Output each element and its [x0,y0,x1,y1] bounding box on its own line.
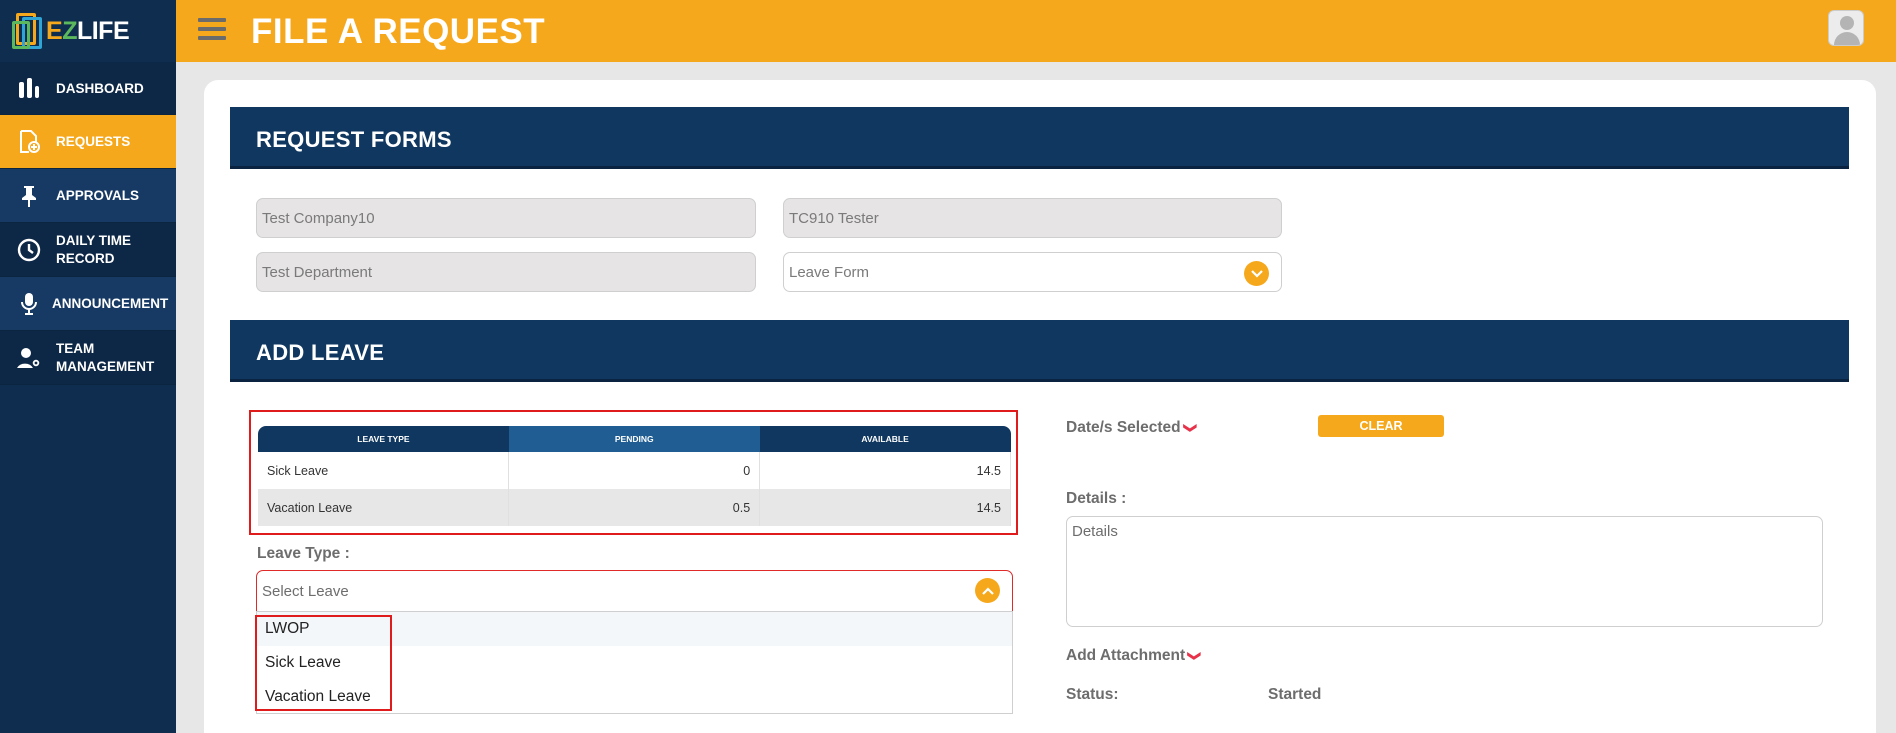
pin-icon [16,183,42,209]
col-available: AVAILABLE [759,426,1011,452]
leave-balance-table: LEAVE TYPE PENDING AVAILABLE Sick Leave … [258,426,1011,526]
sidebar: EZLIFE DASHBOARD REQUESTS APPROVALS DAIL… [0,0,176,733]
sidebar-item-team-management[interactable]: TEAM MANAGEMENT [0,331,176,385]
avatar[interactable] [1828,10,1864,46]
chevron-up-icon[interactable] [975,578,1000,603]
sidebar-item-requests[interactable]: REQUESTS [0,115,176,169]
col-leave-type: LEAVE TYPE [258,426,509,452]
user-gear-icon [16,345,42,371]
table-row: Sick Leave 0 14.5 [258,452,1011,489]
status-value: Started [1268,686,1322,703]
leave-type-select[interactable]: Select Leave [256,570,1013,612]
leave-balance-table-highlight: LEAVE TYPE PENDING AVAILABLE Sick Leave … [249,410,1018,535]
status-label: Status: [1066,686,1119,703]
app-logo[interactable]: EZLIFE [0,0,176,62]
logo-text: EZLIFE [46,16,130,45]
col-pending: PENDING [508,426,760,452]
sidebar-item-announcement[interactable]: ANNOUNCEMENT [0,277,176,331]
menu-icon[interactable] [198,18,226,42]
clear-button[interactable]: CLEAR [1318,415,1444,437]
topbar: FILE A REQUEST [176,0,1896,62]
sidebar-item-approvals[interactable]: APPROVALS [0,169,176,223]
table-row: Vacation Leave 0.5 14.5 [258,489,1011,526]
form-type-select[interactable]: Leave Form [783,252,1282,292]
details-label: Details : [1066,490,1127,507]
sidebar-item-daily-time-record[interactable]: DAILY TIME RECORD [0,223,176,277]
company-field: Test Company10 [256,198,756,238]
employee-field: TC910 Tester [783,198,1282,238]
chevron-down-icon[interactable]: ❯ [1182,423,1198,434]
add-leave-header: ADD LEAVE [230,320,1849,382]
logo-icon [12,9,44,53]
clock-icon [16,237,42,263]
details-textarea[interactable]: Details [1066,516,1823,627]
dates-selected-label[interactable]: Date/s Selected ❯ [1066,419,1198,437]
sidebar-item-dashboard[interactable]: DASHBOARD [0,62,176,115]
request-forms-header: REQUEST FORMS [230,107,1849,169]
department-field: Test Department [256,252,756,292]
page-title: FILE A REQUEST [251,12,546,51]
chevron-down-icon[interactable]: ❯ [1187,651,1203,662]
options-highlight [255,615,392,711]
add-attachment-label[interactable]: Add Attachment ❯ [1066,647,1203,665]
chevron-down-icon[interactable] [1244,261,1269,286]
document-add-icon [16,129,42,155]
bar-chart-icon [16,75,42,101]
leave-type-label: Leave Type : [257,545,350,562]
microphone-icon [16,291,42,317]
